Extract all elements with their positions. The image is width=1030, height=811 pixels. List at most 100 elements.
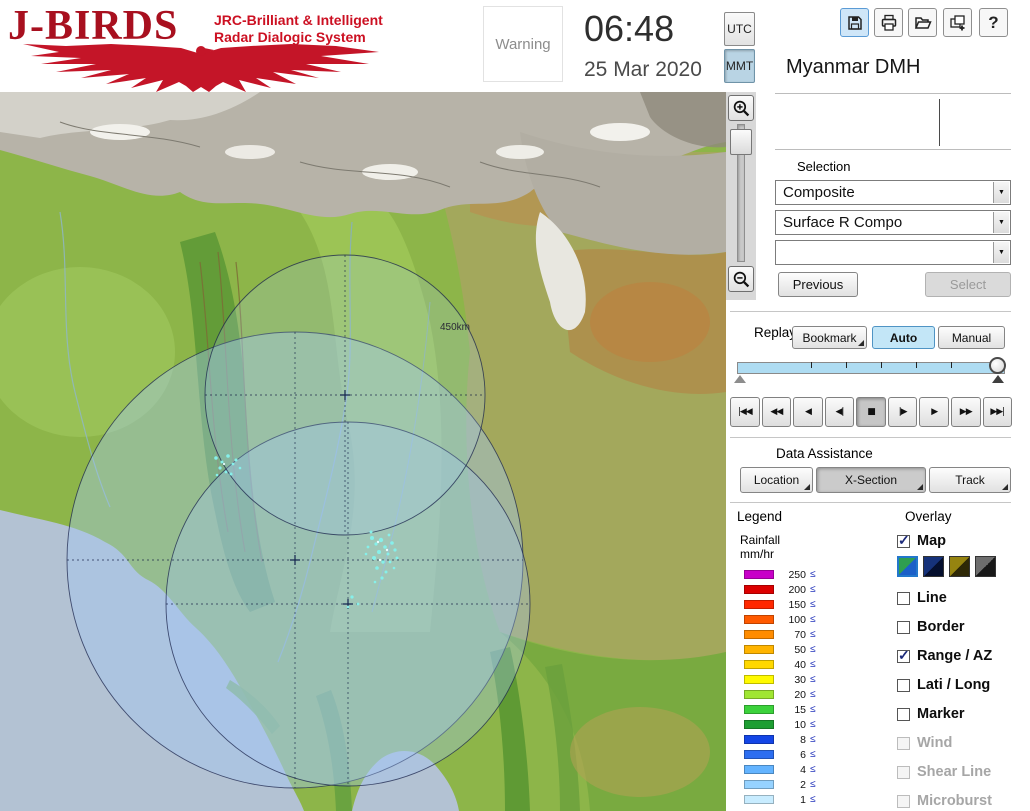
help-button[interactable]: ? [979,8,1008,37]
zoom-slider[interactable] [728,124,754,262]
legend-label: Legend [737,509,783,524]
track-button[interactable]: Track [929,467,1011,493]
map-style-swatch-dark-blue[interactable] [923,556,944,577]
timeline-start-marker[interactable] [734,375,746,383]
legend-leq: ≤ [810,569,816,580]
legend-color-swatch [744,645,774,654]
checkbox [897,765,910,779]
legend-value: 1 [800,793,806,806]
legend-value: 70 [794,628,806,641]
xsection-button[interactable]: X-Section [816,467,926,493]
open-folder-icon [914,16,932,29]
status-divider [939,99,940,146]
divider [730,311,1011,312]
legend-leq: ≤ [810,734,816,745]
legend-color-swatch [744,630,774,639]
fast-forward-button[interactable]: ▶▶ [950,397,981,427]
checkbox[interactable] [897,678,910,692]
legend-leq: ≤ [810,794,816,805]
overlay-item-range-az[interactable]: Range / AZ [897,647,992,665]
open-folder-button[interactable] [908,8,937,37]
manual-button[interactable]: Manual [938,326,1005,349]
legend-color-swatch [744,780,774,789]
chevron-down-icon[interactable]: ▼ [993,182,1009,203]
overlay-item-map[interactable]: Map [897,532,946,550]
checkbox[interactable] [897,620,910,634]
legend-value: 200 [788,583,806,596]
skip-to-start-button[interactable]: |◀◀ [730,397,760,427]
overlay-item-line[interactable]: Line [897,589,947,607]
checkbox[interactable] [897,647,910,664]
print-button[interactable] [874,8,903,37]
map-style-swatch-olive[interactable] [949,556,970,577]
zoom-out-button[interactable] [728,266,754,292]
overlay-item-microburst: Microburst [897,792,992,810]
legend-leq: ≤ [810,614,816,625]
legend-value: 50 [794,643,806,656]
chevron-down-icon[interactable]: ▼ [993,242,1009,263]
radar-map[interactable]: 450km [0,92,726,811]
timeline-tick [811,362,812,368]
legend-color-swatch [744,660,774,669]
legend-leq: ≤ [810,629,816,640]
auto-button[interactable]: Auto [872,326,935,349]
legend-value: 30 [794,673,806,686]
overlay-item-marker[interactable]: Marker [897,705,965,723]
timeline-tick [881,362,882,368]
step-forward-button[interactable]: |▶ [887,397,918,427]
clock-time: 06:48 [584,8,675,49]
legend-leq: ≤ [810,749,816,760]
type-dropdown-value: Surface R Compo [783,214,903,231]
selection-label: Selection [797,159,851,174]
legend-leq: ≤ [810,584,816,595]
checkbox[interactable] [897,532,910,549]
legend-row: 50 ≤ [744,642,816,657]
utc-button[interactable]: UTC [724,12,755,46]
legend-color-swatch [744,600,774,609]
legend-color-swatch [744,675,774,684]
legend-value: 8 [800,733,806,746]
timeline-thumb[interactable] [989,357,1006,374]
type-dropdown[interactable]: Surface R Compo ▼ [775,210,1011,235]
stop-button[interactable]: ■ [856,397,886,427]
map-style-swatch-gray[interactable] [975,556,996,577]
timeline-end-marker[interactable] [992,375,1004,383]
save-icon [847,15,862,30]
zoom-slider-thumb[interactable] [730,129,752,155]
zoom-in-button[interactable] [728,95,754,121]
overlay-item-lati-long[interactable]: Lati / Long [897,676,990,694]
export-image-button[interactable] [943,8,972,37]
overlay-label: Overlay [905,509,952,524]
replay-timeline[interactable] [737,362,1005,374]
step-back-button[interactable]: ◀| [824,397,855,427]
control-panel: Selection Composite ▼ Surface R Compo ▼ … [726,92,1030,811]
divider [730,502,1011,503]
legend-row: 4 ≤ [744,762,816,777]
play-reverse-button[interactable]: ◀ [793,397,823,427]
extra-dropdown[interactable]: ▼ [775,240,1011,265]
fast-rewind-button[interactable]: ◀◀ [761,397,792,427]
bookmark-button[interactable]: Bookmark [792,326,867,349]
tagline-line1: JRC-Brilliant & Intelligent [214,12,383,28]
legend-row: 8 ≤ [744,732,816,747]
checkbox[interactable] [897,591,910,605]
mmt-button[interactable]: MMT [724,49,755,83]
previous-button[interactable]: Previous [778,272,858,297]
chevron-down-icon[interactable]: ▼ [993,212,1009,233]
legend-color-swatch [744,735,774,744]
skip-to-end-button[interactable]: ▶▶| [982,397,1013,427]
legend-value: 250 [788,568,806,581]
location-button[interactable]: Location [740,467,813,493]
select-button[interactable]: Select [925,272,1011,297]
save-button[interactable] [840,8,869,37]
overlay-item-border[interactable]: Border [897,618,965,636]
product-dropdown-value: Composite [783,184,855,201]
legend-leq: ≤ [810,599,816,610]
checkbox[interactable] [897,707,910,721]
map-style-swatch-terrain[interactable] [897,556,918,577]
warning-indicator: Warning [483,6,563,82]
range-ring-label: 450km [440,322,470,333]
play-button[interactable]: ▶ [919,397,949,427]
legend-row: 1 ≤ [744,792,816,807]
product-dropdown[interactable]: Composite ▼ [775,180,1011,205]
